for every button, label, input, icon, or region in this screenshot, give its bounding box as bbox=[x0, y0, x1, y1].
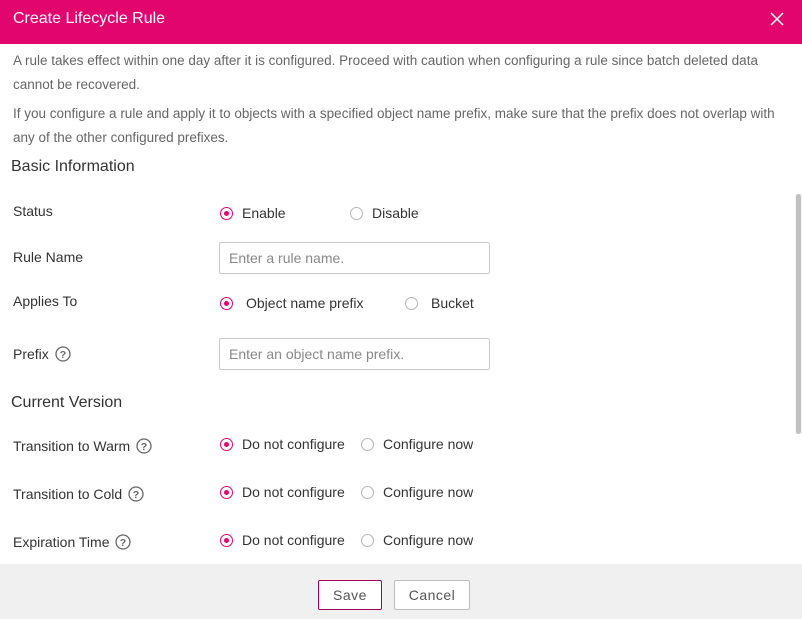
radio-unchecked-icon bbox=[350, 206, 363, 220]
radio-unchecked-icon bbox=[361, 437, 374, 451]
svg-text:?: ? bbox=[133, 489, 139, 501]
status-label: Status bbox=[13, 203, 53, 219]
transition-cold-label: Transition to Cold ? bbox=[13, 485, 144, 503]
applies-to-label: Applies To bbox=[13, 293, 78, 309]
applies-to-prefix-radio[interactable]: Object name prefix bbox=[220, 295, 364, 311]
save-button[interactable]: Save bbox=[318, 580, 382, 610]
radio-unchecked-icon bbox=[405, 296, 418, 310]
radio-unchecked-icon bbox=[361, 533, 374, 547]
svg-text:?: ? bbox=[60, 349, 66, 361]
expiration-time-not-configure-radio[interactable]: Do not configure bbox=[220, 532, 345, 548]
close-icon[interactable] bbox=[766, 8, 788, 30]
question-circle-icon[interactable]: ? bbox=[136, 438, 152, 454]
expiration-time-configure-now-radio[interactable]: Configure now bbox=[361, 532, 473, 548]
scrollbar-thumb[interactable] bbox=[796, 194, 801, 434]
transition-warm-configure-now-radio[interactable]: Configure now bbox=[361, 436, 473, 452]
notice-prefix-overlap: If you configure a rule and apply it to … bbox=[13, 106, 775, 145]
radio-checked-icon bbox=[220, 485, 233, 499]
radio-checked-icon bbox=[220, 533, 233, 547]
question-circle-icon[interactable]: ? bbox=[115, 534, 132, 550]
dialog-title: Create Lifecycle Rule bbox=[13, 10, 166, 27]
expiration-time-label: Expiration Time ? bbox=[13, 533, 132, 551]
current-version-heading: Current Version bbox=[11, 394, 123, 411]
cancel-button[interactable]: Cancel bbox=[394, 580, 470, 610]
rule-name-input[interactable] bbox=[219, 242, 490, 274]
prefix-label: Prefix ? bbox=[13, 345, 71, 363]
dialog-body: A rule takes effect within one day after… bbox=[0, 44, 802, 564]
question-circle-icon[interactable]: ? bbox=[128, 486, 144, 502]
dialog-footer: Save Cancel bbox=[0, 564, 802, 619]
radio-checked-icon bbox=[220, 206, 233, 220]
radio-unchecked-icon bbox=[361, 485, 374, 499]
basic-information-heading: Basic Information bbox=[11, 158, 135, 175]
svg-text:?: ? bbox=[141, 441, 147, 453]
radio-checked-icon bbox=[220, 437, 233, 451]
transition-cold-not-configure-radio[interactable]: Do not configure bbox=[220, 484, 345, 500]
radio-checked-icon bbox=[220, 296, 233, 310]
transition-cold-configure-now-radio[interactable]: Configure now bbox=[361, 484, 473, 500]
question-circle-icon[interactable]: ? bbox=[55, 346, 71, 362]
transition-warm-not-configure-radio[interactable]: Do not configure bbox=[220, 436, 345, 452]
rule-name-label: Rule Name bbox=[13, 249, 84, 265]
prefix-input[interactable] bbox=[219, 338, 490, 370]
notice-data-loss: A rule takes effect within one day after… bbox=[13, 53, 758, 92]
applies-to-bucket-radio[interactable]: Bucket bbox=[405, 295, 474, 311]
status-enable-radio[interactable]: Enable bbox=[220, 205, 286, 221]
dialog-header: Create Lifecycle Rule bbox=[0, 0, 802, 44]
transition-warm-label: Transition to Warm ? bbox=[13, 437, 152, 455]
status-disable-radio[interactable]: Disable bbox=[350, 205, 419, 221]
svg-text:?: ? bbox=[120, 537, 126, 549]
